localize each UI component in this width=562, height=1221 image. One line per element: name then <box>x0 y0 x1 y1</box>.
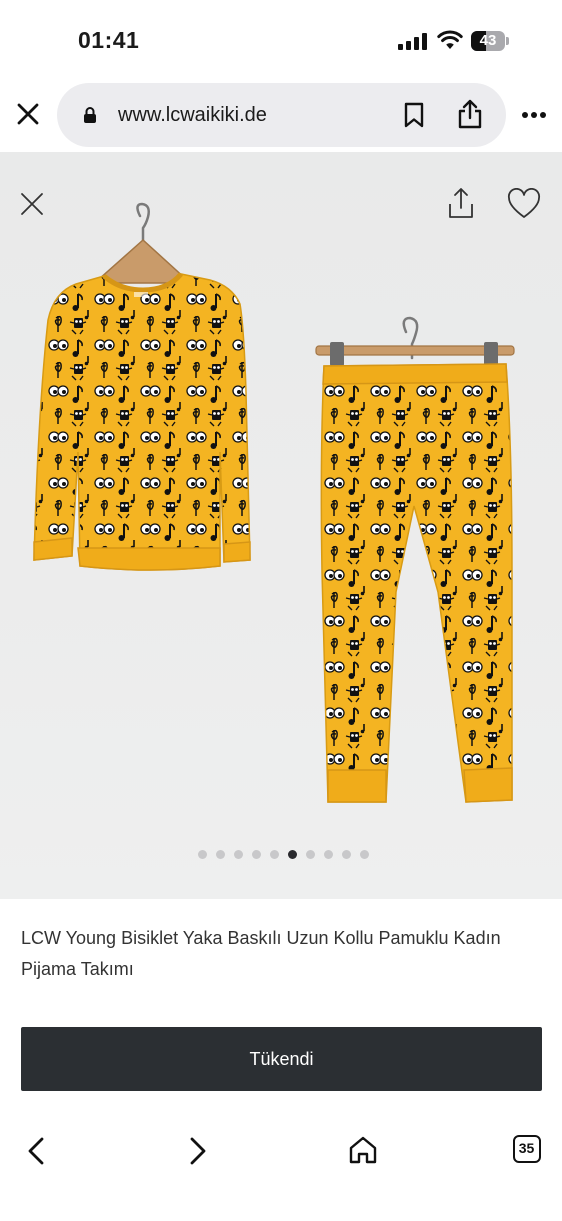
sold-out-button[interactable]: Tükendi <box>21 1027 542 1091</box>
gallery-dot[interactable] <box>270 850 279 859</box>
browser-toolbar: 35 <box>0 1115 562 1221</box>
battery-icon: 43 <box>471 31 509 51</box>
gallery-dot[interactable] <box>342 850 351 859</box>
gallery-dot[interactable] <box>198 850 207 859</box>
signal-icon <box>398 33 428 50</box>
gallery-dot[interactable] <box>306 850 315 859</box>
product-title: LCW Young Bisiklet Yaka Baskılı Uzun Kol… <box>21 928 501 979</box>
address-bar[interactable]: www.lcwaikiki.de <box>57 83 506 147</box>
product-image <box>33 202 515 803</box>
close-gallery-icon[interactable] <box>19 191 45 217</box>
gallery-dot[interactable] <box>234 850 243 859</box>
browser-bar: www.lcwaikiki.de <box>0 80 562 152</box>
status-time: 01:41 <box>78 27 140 53</box>
gallery-dot[interactable] <box>360 850 369 859</box>
forward-icon[interactable] <box>186 1135 210 1167</box>
home-icon[interactable] <box>348 1135 378 1165</box>
battery-level: 43 <box>479 32 497 49</box>
product-gallery[interactable] <box>0 152 562 899</box>
bookmark-icon[interactable] <box>403 102 425 128</box>
back-icon[interactable] <box>24 1135 48 1167</box>
lock-icon <box>84 107 96 123</box>
heart-icon[interactable] <box>507 188 541 220</box>
share-icon[interactable] <box>456 98 484 130</box>
tabs-icon[interactable]: 35 <box>513 1135 541 1163</box>
status-bar: 01:41 43 <box>0 0 562 80</box>
gallery-dot[interactable] <box>216 850 225 859</box>
gallery-dot[interactable] <box>288 850 297 859</box>
close-icon[interactable] <box>13 99 43 129</box>
url-text: www.lcwaikiki.de <box>118 104 267 126</box>
share-product-icon[interactable] <box>446 186 476 220</box>
gallery-dot[interactable] <box>252 850 261 859</box>
gallery-dot[interactable] <box>324 850 333 859</box>
more-icon[interactable] <box>521 111 547 119</box>
wifi-icon <box>437 30 463 49</box>
tabs-count: 35 <box>518 1140 535 1156</box>
gallery-pagination[interactable] <box>0 850 562 862</box>
sold-out-button-label: Tükendi <box>249 1048 314 1069</box>
